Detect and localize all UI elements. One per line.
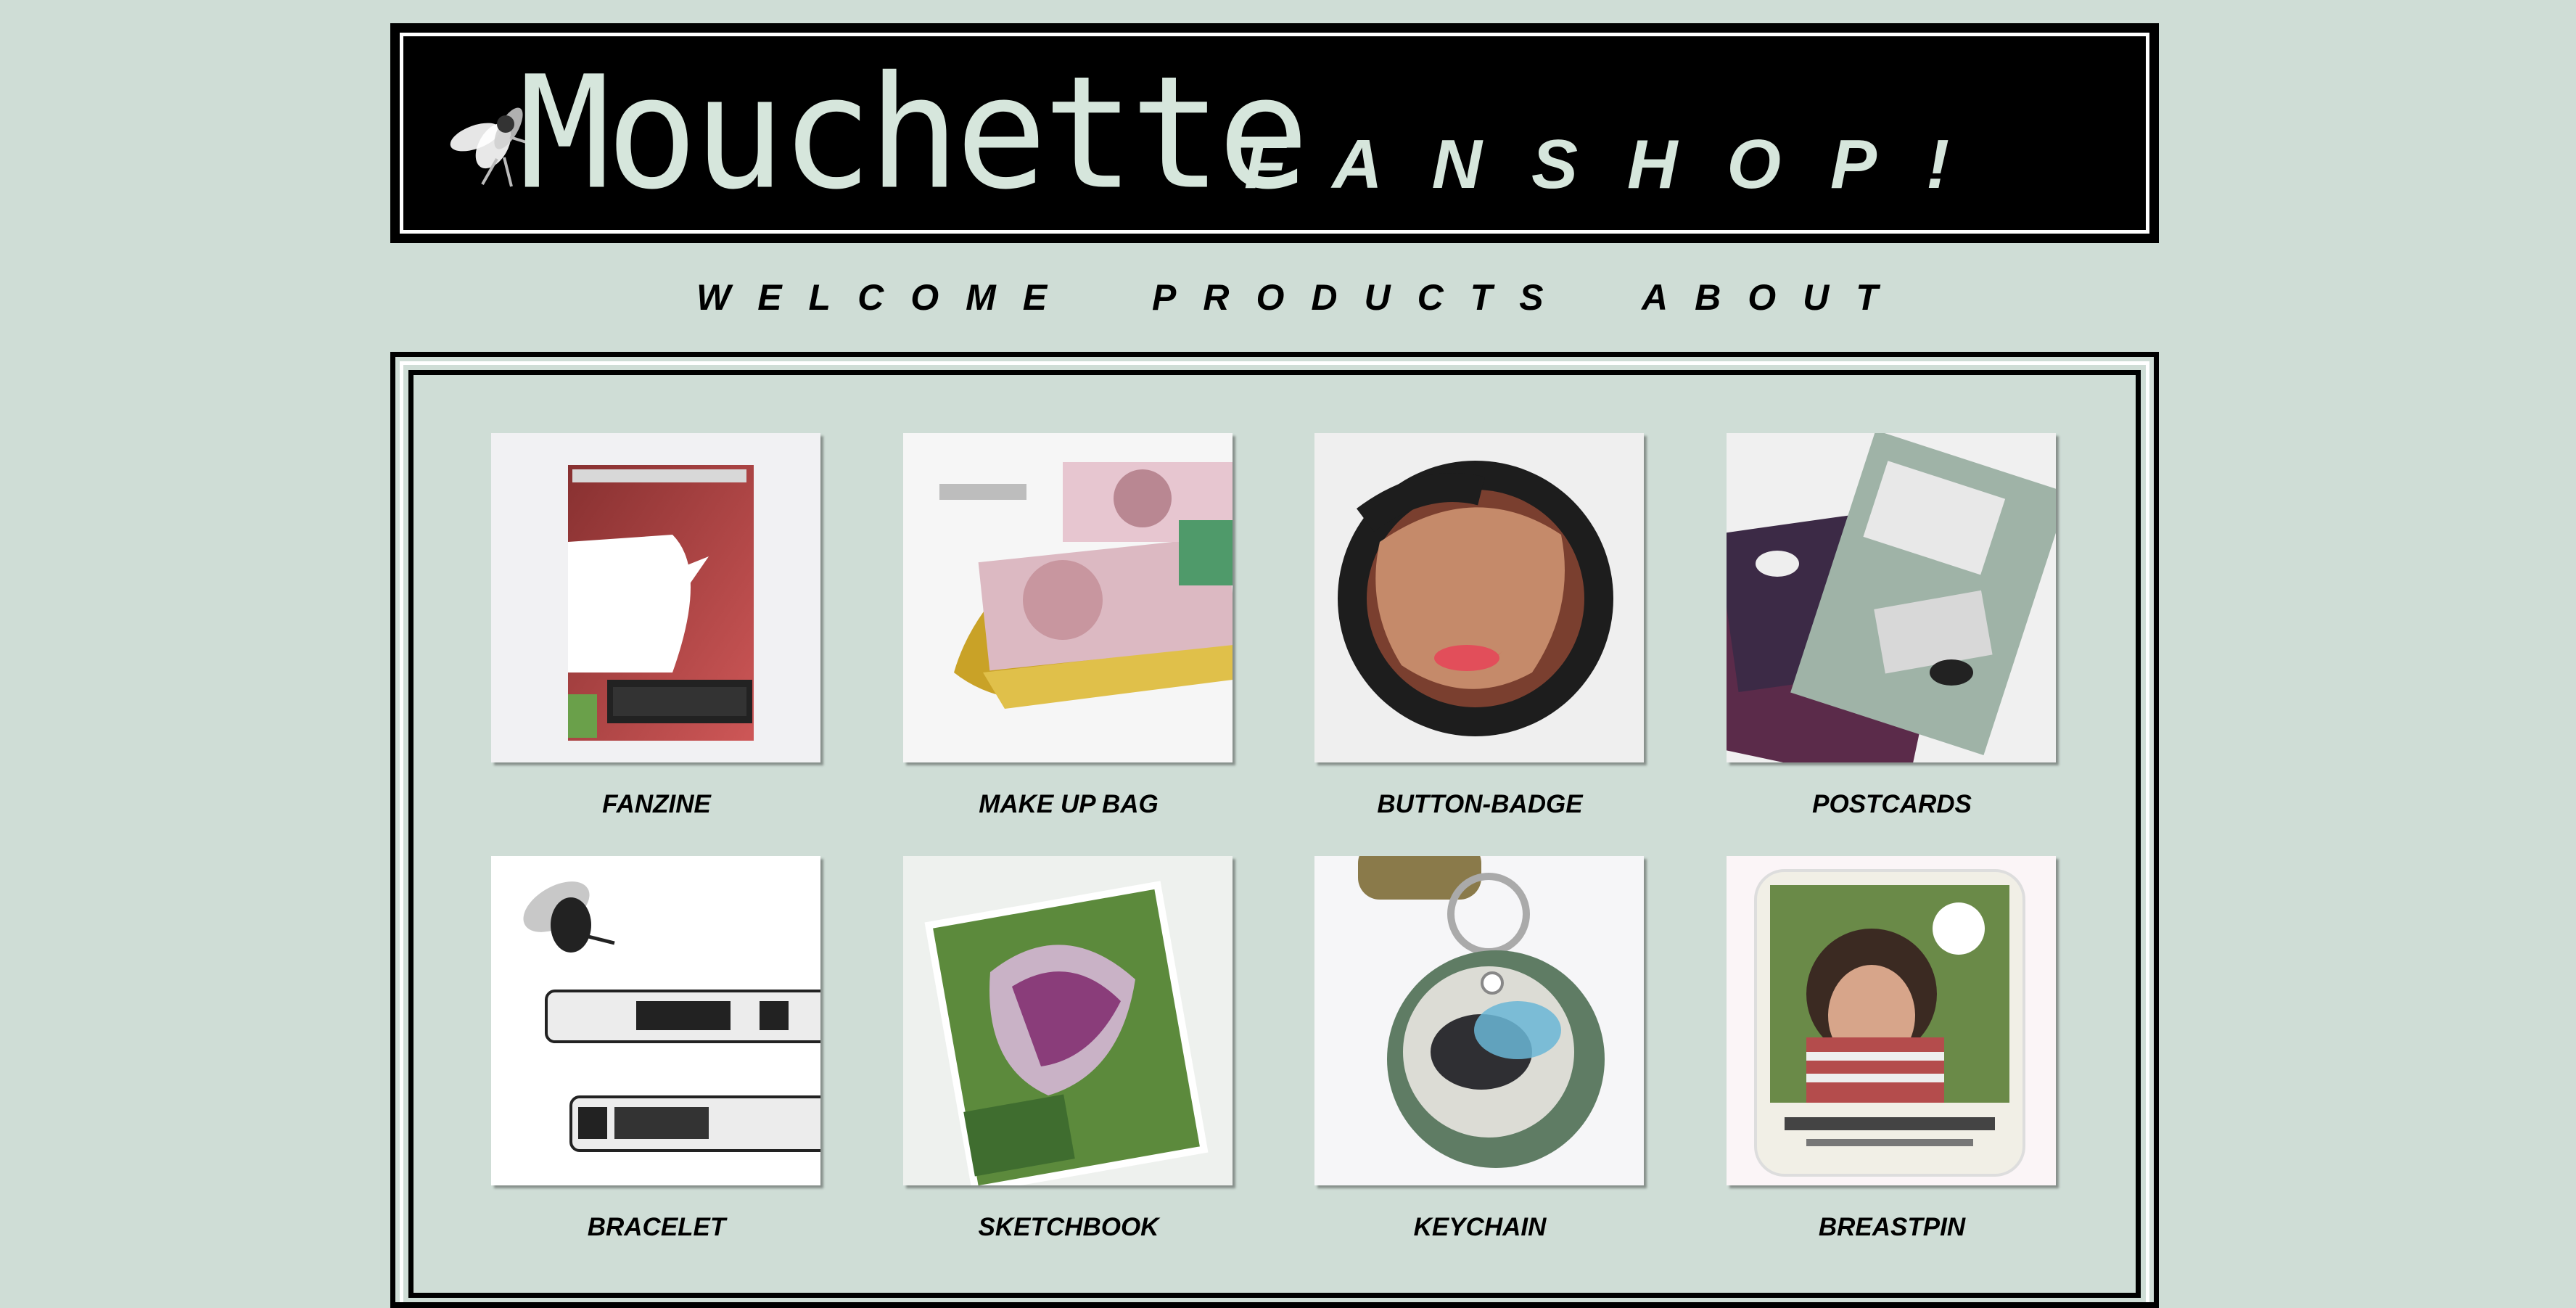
product-button-badge[interactable]: BUTTON-BADGE: [1314, 433, 1645, 819]
product-label-sketchbook[interactable]: SKETCHBOOK: [903, 1213, 1234, 1242]
makeup-bag-photo[interactable]: [903, 433, 1233, 762]
breastpin-photo[interactable]: [1727, 856, 2056, 1185]
button-badge-photo[interactable]: [1314, 433, 1644, 762]
postcards-photo[interactable]: [1727, 433, 2056, 762]
product-label-breastpin[interactable]: BREASTPIN: [1727, 1213, 2057, 1242]
product-makeup-bag[interactable]: MAKE UP BAG: [903, 433, 1234, 819]
product-bracelet[interactable]: BRACELET: [491, 856, 822, 1242]
product-grid: FANZINE MAKE UP BAG BUTTON-BADGE POSTCAR…: [0, 0, 2576, 1308]
product-fanzine[interactable]: FANZINE: [491, 433, 822, 819]
product-label-makeup-bag[interactable]: MAKE UP BAG: [903, 790, 1234, 819]
product-label-fanzine[interactable]: FANZINE: [491, 790, 822, 819]
page: Mouchette FANSHOP! WELCOME PRODUCTS ABOU…: [0, 0, 2576, 1308]
product-breastpin[interactable]: BREASTPIN: [1727, 856, 2057, 1242]
product-keychain[interactable]: KEYCHAIN: [1314, 856, 1645, 1242]
keychain-photo[interactable]: [1314, 856, 1644, 1185]
product-sketchbook[interactable]: SKETCHBOOK: [903, 856, 1234, 1242]
fanzine-photo[interactable]: [491, 433, 820, 762]
bracelet-photo[interactable]: [491, 856, 820, 1185]
product-label-bracelet[interactable]: BRACELET: [491, 1213, 822, 1242]
product-label-keychain[interactable]: KEYCHAIN: [1314, 1213, 1645, 1242]
product-label-button-badge[interactable]: BUTTON-BADGE: [1314, 790, 1645, 819]
product-label-postcards[interactable]: POSTCARDS: [1727, 790, 2057, 819]
sketchbook-photo[interactable]: [903, 856, 1233, 1185]
product-postcards[interactable]: POSTCARDS: [1727, 433, 2057, 819]
